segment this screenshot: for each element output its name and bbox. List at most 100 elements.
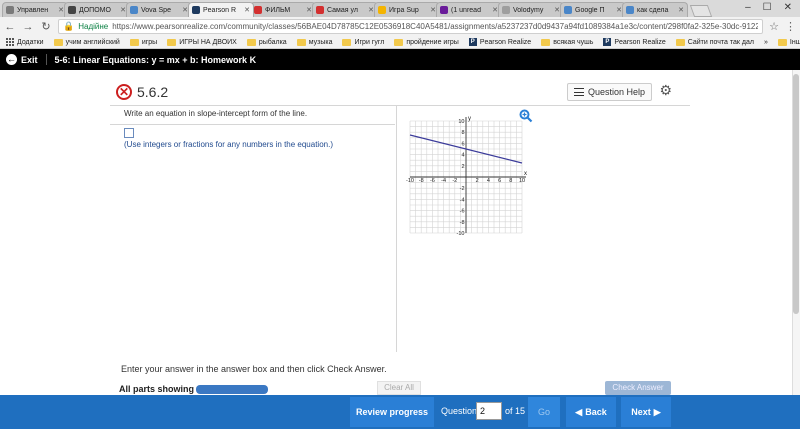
tab-close-icon[interactable]: ✕	[244, 6, 250, 14]
tab-label: (1 unread	[451, 6, 481, 14]
bookmark-star-icon[interactable]: ☆	[769, 20, 779, 33]
menu-dots-icon[interactable]: ⋮	[785, 20, 796, 33]
folder-icon	[777, 38, 787, 46]
tab-favicon-icon	[130, 6, 138, 14]
x-axis-label: x	[524, 171, 527, 177]
answer-input[interactable]	[124, 128, 134, 138]
secure-label: Надійне	[78, 22, 109, 31]
folder-icon	[296, 38, 306, 46]
bookmark-item[interactable]: музыка	[296, 38, 332, 46]
review-progress-button[interactable]: Review progress	[350, 397, 434, 427]
folder-icon	[53, 38, 63, 46]
bookmark-label: игры	[141, 38, 158, 46]
bookmarks-overflow-button[interactable]: »	[764, 39, 768, 46]
bookmark-item[interactable]: ИГРЫ НА ДВОИХ	[167, 38, 237, 46]
x-tick-label: -10	[406, 178, 414, 184]
bookmark-item[interactable]: игры	[129, 38, 158, 46]
next-button[interactable]: Next ▶	[621, 397, 671, 427]
bookmark-item[interactable]: P Pearson Realize	[603, 38, 666, 46]
bookmark-item[interactable]: учим английский	[53, 38, 120, 46]
other-bookmarks[interactable]: Інші закладки	[777, 38, 800, 46]
y-tick-label: 10	[458, 119, 464, 125]
forward-arrow-icon[interactable]: →	[22, 21, 34, 33]
question-number-input[interactable]: 2	[476, 402, 502, 420]
tab-favicon-icon	[564, 6, 572, 14]
question-help-button[interactable]: Question Help	[566, 83, 652, 101]
footer-nav: Review progress Question 2 of 15 Go ◀ Ba…	[0, 395, 800, 429]
browser-tab[interactable]: Pearson R ✕	[188, 2, 254, 17]
bookmark-item[interactable]: Игри гугл	[342, 38, 384, 46]
review-progress-label: Review progress	[355, 407, 429, 417]
browser-tab[interactable]: ДОПОМО ✕	[64, 2, 130, 17]
maximize-icon[interactable]: ☐	[763, 2, 772, 13]
parts-progress-bar	[196, 385, 268, 394]
bookmark-label: Сайти почта так дал	[687, 38, 754, 46]
pearson-icon: P	[603, 38, 612, 46]
close-window-icon[interactable]: ✕	[784, 2, 792, 13]
bookmark-label: пройдение игры	[406, 38, 459, 46]
exit-label: Exit	[21, 54, 38, 65]
browser-tab[interactable]: Управлен ✕	[2, 2, 68, 17]
next-arrow-icon: ▶	[653, 406, 661, 417]
y-tick-label: -2	[460, 186, 465, 192]
bookmark-item[interactable]: P Pearson Realize	[468, 38, 532, 46]
bookmark-item[interactable]: пройдение игры	[394, 38, 459, 46]
next-label: Next	[631, 407, 651, 417]
bookmark-item[interactable]: рыбалка	[246, 38, 287, 46]
gear-icon[interactable]: ⚙	[659, 82, 672, 99]
question-prompt: Write an equation in slope-intercept for…	[124, 109, 308, 118]
x-tick-label: -2	[452, 178, 457, 184]
tab-label: как сдела	[637, 6, 669, 14]
tab-label: Игра Sup	[389, 6, 419, 14]
bookmark-label: Pearson Realize	[479, 38, 532, 46]
tab-favicon-icon	[254, 6, 262, 14]
x-tick-label: 6	[498, 178, 501, 184]
tab-label: Volodymy	[513, 6, 544, 14]
browser-tab[interactable]: ФИЛЬМ ✕	[250, 2, 316, 17]
back-arrow-icon[interactable]: ←	[4, 21, 16, 33]
tab-label: Pearson R	[203, 6, 237, 14]
back-arrow-icon: ◀	[575, 406, 583, 417]
scrollbar-thumb[interactable]	[793, 74, 799, 314]
reload-icon[interactable]: ↻	[40, 20, 52, 33]
browser-tab[interactable]: Volodymy ✕	[498, 2, 564, 17]
new-tab-button[interactable]	[689, 5, 713, 17]
exit-arrow-icon: ←	[6, 54, 17, 65]
clear-all-button[interactable]: Clear All	[377, 381, 421, 395]
question-label: Question	[441, 406, 478, 416]
minimize-icon[interactable]: –	[745, 2, 751, 13]
browser-tab[interactable]: (1 unread ✕	[436, 2, 502, 17]
y-tick-label: -10	[457, 231, 465, 237]
tab-label: Самая ул	[327, 6, 358, 14]
tab-label: Google П	[575, 6, 605, 14]
browser-tab[interactable]: как сдела ✕	[622, 2, 688, 17]
browser-tab[interactable]: Игра Sup ✕	[374, 2, 440, 17]
y-tick-label: 6	[461, 141, 464, 147]
question-prompt-area: Write an equation in slope-intercept for…	[124, 109, 394, 118]
go-button[interactable]: Go	[528, 397, 560, 427]
pane-divider	[396, 106, 397, 352]
bookmark-label: учим английский	[65, 38, 120, 46]
x-tick-label: 2	[476, 178, 479, 184]
divider	[110, 124, 395, 125]
zoom-icon[interactable]	[519, 109, 533, 123]
bookmark-item[interactable]: всякая чушь	[541, 38, 593, 46]
tab-close-icon[interactable]: ✕	[678, 6, 684, 14]
bookmark-item[interactable]: Додатки	[6, 38, 44, 46]
x-tick-label: 10	[519, 178, 525, 184]
x-tick-label: 8	[509, 178, 512, 184]
browser-tab[interactable]: Google П ✕	[560, 2, 626, 17]
check-answer-button[interactable]: Check Answer	[605, 381, 671, 395]
bookmark-item[interactable]: Сайти почта так дал	[675, 38, 754, 46]
back-button[interactable]: ◀ Back	[566, 397, 616, 427]
bookmark-label: Додатки	[17, 38, 44, 46]
pearson-icon: P	[468, 38, 477, 46]
browser-tab[interactable]: Самая ул ✕	[312, 2, 378, 17]
parts-label: All parts showing	[119, 384, 195, 394]
url-field[interactable]: 🔒 Надійне https://www.pearsonrealize.com…	[58, 19, 764, 34]
bookmark-label: Інші закладки	[789, 38, 800, 46]
browser-tab[interactable]: Vova Spe ✕	[126, 2, 192, 17]
answer-hint: (Use integers or fractions for any numbe…	[124, 140, 333, 149]
tab-label: Vova Spe	[141, 6, 171, 14]
exit-button[interactable]: ← Exit	[6, 54, 47, 65]
